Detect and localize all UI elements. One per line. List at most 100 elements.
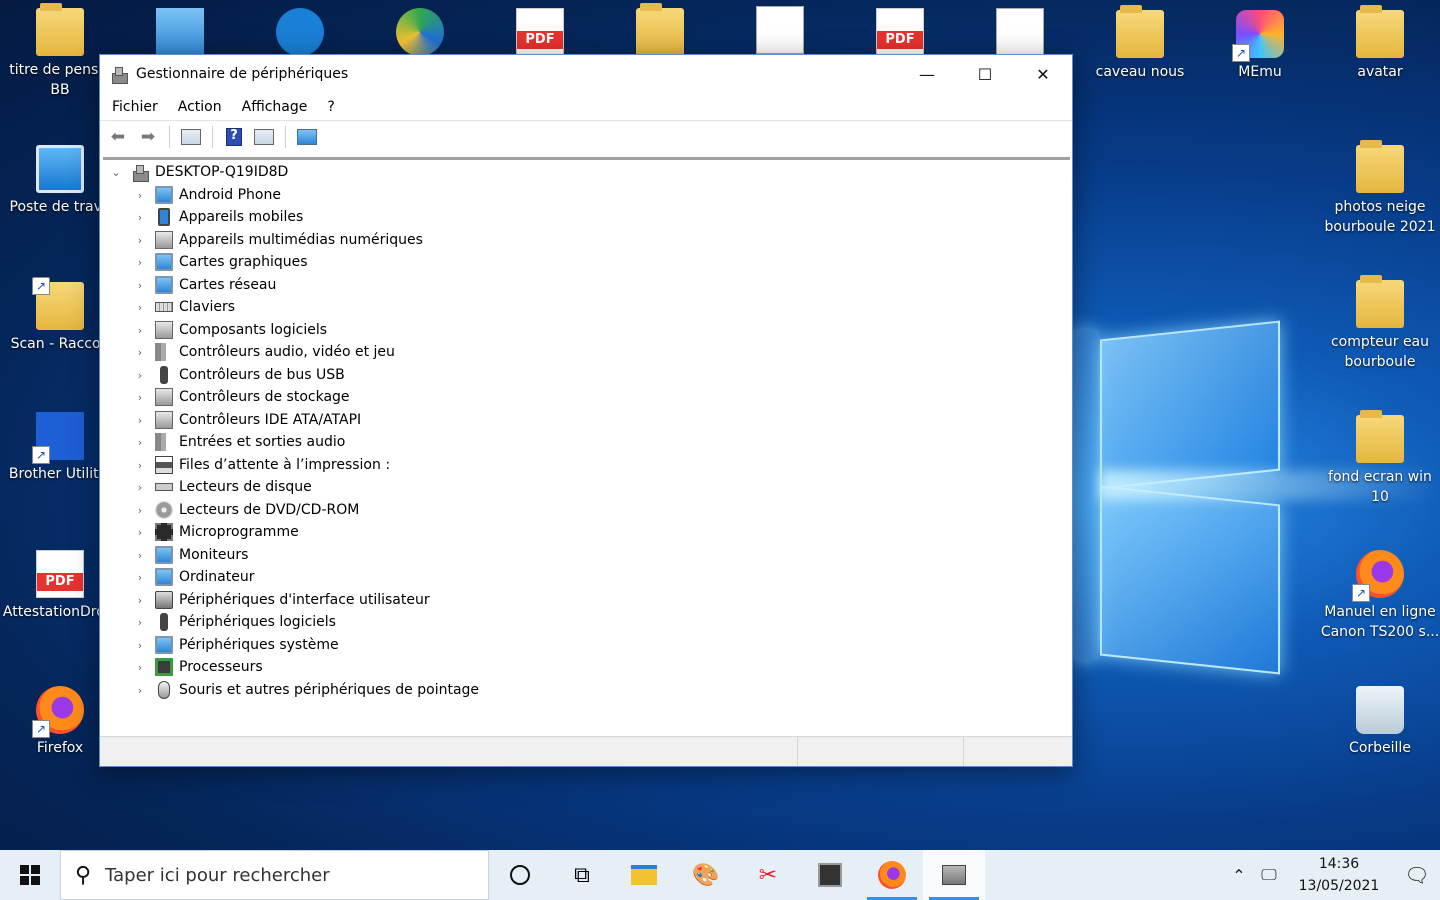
print-queue-icon <box>155 456 173 474</box>
tree-item[interactable]: › Entrées et sorties audio <box>133 431 345 453</box>
taskbar-paint[interactable]: 🎨 <box>675 850 737 900</box>
desktop-icon-top-5[interactable] <box>600 3 720 60</box>
menu-fichier[interactable]: Fichier <box>102 99 168 115</box>
chevron-right-icon[interactable]: › <box>133 391 147 404</box>
tree-item[interactable]: › Contrôleurs audio, vidéo et jeu <box>133 341 395 363</box>
tree-item[interactable]: › Moniteurs <box>133 544 248 566</box>
network-icon[interactable]: 🖵 <box>1254 865 1284 885</box>
tree-item[interactable]: › Android Phone <box>133 184 281 206</box>
desktop-icon-top-2[interactable] <box>240 8 360 60</box>
scan-hardware-button[interactable] <box>293 124 321 150</box>
tree-item[interactable]: › Appareils multimédias numériques <box>133 229 423 251</box>
task-view-button[interactable]: ⧉ <box>551 850 613 900</box>
chevron-right-icon[interactable]: › <box>133 594 147 607</box>
desktop-icon-top-3[interactable] <box>360 8 480 60</box>
desktop-icon-top-6[interactable] <box>720 6 840 58</box>
chevron-right-icon[interactable]: › <box>133 301 147 314</box>
tree-item[interactable]: › Claviers <box>133 296 235 318</box>
menu-help[interactable]: ? <box>317 99 344 115</box>
toolbar-separator <box>169 125 170 148</box>
tree-item[interactable]: › Processeurs <box>133 656 263 678</box>
chevron-right-icon[interactable]: › <box>133 211 147 224</box>
tree-item[interactable]: › Contrôleurs IDE ATA/ATAPI <box>133 409 361 431</box>
desktop-icon-caveau-nous[interactable]: caveau nous <box>1080 5 1200 82</box>
tree-item[interactable]: › Composants logiciels <box>133 319 327 341</box>
tree-item[interactable]: › Contrôleurs de bus USB <box>133 364 345 386</box>
desktop-icon-top-4[interactable] <box>480 8 600 60</box>
tree-item[interactable]: › Microprogramme <box>133 521 299 543</box>
tree-item[interactable]: › Appareils mobiles <box>133 206 303 228</box>
desktop-icon-compteur-eau[interactable]: compteur eau bourboule <box>1320 275 1440 372</box>
keyboard-icon <box>155 302 173 312</box>
chevron-right-icon[interactable]: › <box>133 639 147 652</box>
tree-item[interactable]: › Lecteurs de disque <box>133 476 312 498</box>
clock[interactable]: 14:36 13/05/2021 <box>1284 853 1394 897</box>
chevron-right-icon[interactable]: › <box>133 661 147 674</box>
chevron-right-icon[interactable]: › <box>133 459 147 472</box>
close-button[interactable]: ✕ <box>1014 55 1072 93</box>
taskbar-firefox[interactable] <box>861 850 923 900</box>
tree-item[interactable]: › Ordinateur <box>133 566 255 588</box>
taskbar-snipping-tool[interactable]: ✂ <box>737 850 799 900</box>
menu-action[interactable]: Action <box>168 99 232 115</box>
chevron-right-icon[interactable]: › <box>133 549 147 562</box>
start-button[interactable] <box>0 850 60 900</box>
desktop-icon-fond-ecran[interactable]: fond ecran win 10 <box>1320 410 1440 507</box>
chevron-right-icon[interactable]: › <box>133 526 147 539</box>
taskbar-search-box[interactable]: ⚲ Taper ici pour rechercher <box>60 850 489 900</box>
menu-affichage[interactable]: Affichage <box>232 99 318 115</box>
desktop-icon-manuel-canon[interactable]: Manuel en ligne Canon TS200 s... <box>1320 550 1440 642</box>
tree-item[interactable]: › Périphériques logiciels <box>133 611 336 633</box>
chevron-right-icon[interactable]: › <box>133 279 147 292</box>
desktop-icon-photos-neige[interactable]: photos neige bourboule 2021 <box>1320 140 1440 237</box>
taskbar-file-explorer[interactable] <box>613 850 675 900</box>
desktop-icon-corbeille[interactable]: Corbeille <box>1320 686 1440 758</box>
back-arrow-icon[interactable]: ⬅ <box>104 124 132 150</box>
tree-item[interactable]: › Souris et autres périphériques de point… <box>133 679 479 701</box>
forward-arrow-icon[interactable]: ➡ <box>134 124 162 150</box>
tree-item[interactable]: › Lecteurs de DVD/CD-ROM <box>133 499 359 521</box>
chevron-right-icon[interactable]: › <box>133 616 147 629</box>
chevron-right-icon[interactable]: › <box>133 504 147 517</box>
status-cell <box>100 737 798 766</box>
chevron-right-icon[interactable]: › <box>133 346 147 359</box>
cortana-button[interactable] <box>489 850 551 900</box>
firefox-icon <box>32 686 84 738</box>
chevron-right-icon[interactable]: › <box>133 571 147 584</box>
tree-root[interactable]: ⌄ DESKTOP-Q19ID8D <box>109 161 288 183</box>
title-bar[interactable]: Gestionnaire de périphériques — ☐ ✕ <box>100 55 1072 93</box>
folder-icon <box>1356 5 1404 58</box>
tree-item[interactable]: › Files d’attente à l’impression : <box>133 454 390 476</box>
desktop-icon-avatar[interactable]: avatar <box>1320 5 1440 82</box>
view-button[interactable] <box>250 124 278 150</box>
desktop-icon-top-7[interactable] <box>840 8 960 60</box>
chevron-right-icon[interactable]: › <box>133 436 147 449</box>
tree-item[interactable]: › Cartes graphiques <box>133 251 308 273</box>
tree-item[interactable]: › Périphériques d'interface utilisateur <box>133 589 430 611</box>
search-placeholder: Taper ici pour rechercher <box>105 864 330 886</box>
desktop-icon-top-8[interactable] <box>960 8 1080 60</box>
chevron-right-icon[interactable]: › <box>133 189 147 202</box>
chevron-right-icon[interactable]: › <box>133 234 147 247</box>
chevron-right-icon[interactable]: › <box>133 481 147 494</box>
chevron-up-icon[interactable]: ⌃ <box>1224 866 1254 885</box>
chevron-right-icon[interactable]: › <box>133 324 147 337</box>
minimize-button[interactable]: — <box>898 55 956 93</box>
help-button[interactable]: ? <box>220 124 248 150</box>
notification-center-icon[interactable]: 🗨 <box>1394 863 1440 887</box>
maximize-button[interactable]: ☐ <box>956 55 1014 93</box>
taskbar-app[interactable] <box>799 850 861 900</box>
chevron-down-icon[interactable]: ⌄ <box>109 166 123 179</box>
chevron-right-icon[interactable]: › <box>133 369 147 382</box>
desktop-icon-memu[interactable]: MEmu <box>1200 10 1320 82</box>
chevron-right-icon[interactable]: › <box>133 414 147 427</box>
tree-item[interactable]: › Périphériques système <box>133 634 339 656</box>
properties-button[interactable] <box>177 124 205 150</box>
taskbar-device-manager[interactable] <box>923 850 985 900</box>
dvd-drive-icon <box>155 501 173 519</box>
tree-item[interactable]: › Contrôleurs de stockage <box>133 386 350 408</box>
desktop-icon-top-1[interactable] <box>120 8 240 60</box>
chevron-right-icon[interactable]: › <box>133 256 147 269</box>
tree-item[interactable]: › Cartes réseau <box>133 274 276 296</box>
chevron-right-icon[interactable]: › <box>133 684 147 697</box>
